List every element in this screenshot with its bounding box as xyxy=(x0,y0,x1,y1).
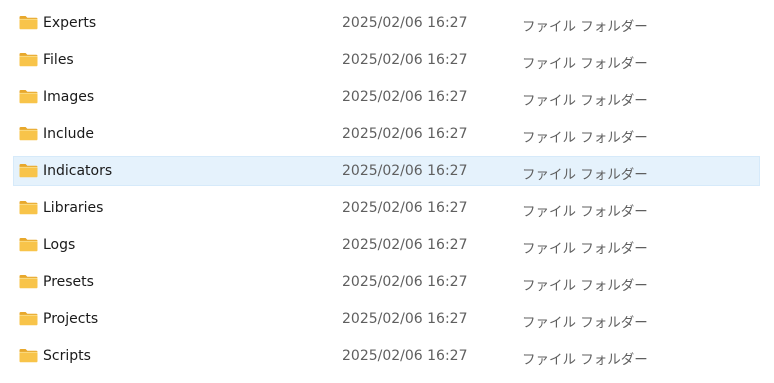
file-name: Experts xyxy=(43,15,97,31)
folder-icon xyxy=(19,15,38,30)
file-name: Libraries xyxy=(43,200,104,216)
folder-icon xyxy=(19,126,38,141)
folder-icon xyxy=(19,237,38,252)
file-type: ファイル フォルダー xyxy=(522,278,648,294)
file-type: ファイル フォルダー xyxy=(522,19,648,35)
file-name: Presets xyxy=(43,274,94,290)
file-row[interactable]: Projects 2025/02/06 16:27 ファイル フォルダー xyxy=(13,304,760,334)
file-row[interactable]: Logs 2025/02/06 16:27 ファイル フォルダー xyxy=(13,230,760,260)
file-modified-date: 2025/02/06 16:27 xyxy=(342,15,468,31)
file-list: Experts 2025/02/06 16:27 ファイル フォルダー File… xyxy=(0,0,774,383)
file-name: Include xyxy=(43,126,94,142)
file-type: ファイル フォルダー xyxy=(522,130,648,146)
file-type: ファイル フォルダー xyxy=(522,352,648,368)
file-modified-date: 2025/02/06 16:27 xyxy=(342,52,468,68)
file-name: Files xyxy=(43,52,74,68)
file-row[interactable]: Indicators 2025/02/06 16:27 ファイル フォルダー xyxy=(13,156,760,186)
file-type: ファイル フォルダー xyxy=(522,167,648,183)
file-type: ファイル フォルダー xyxy=(522,241,648,257)
file-modified-date: 2025/02/06 16:27 xyxy=(342,274,468,290)
file-modified-date: 2025/02/06 16:27 xyxy=(342,89,468,105)
file-name: Logs xyxy=(43,237,76,253)
file-name: Indicators xyxy=(43,163,113,179)
file-modified-date: 2025/02/06 16:27 xyxy=(342,200,468,216)
file-type: ファイル フォルダー xyxy=(522,93,648,109)
folder-icon xyxy=(19,89,38,104)
file-modified-date: 2025/02/06 16:27 xyxy=(342,163,468,179)
folder-icon xyxy=(19,348,38,363)
file-row[interactable]: Experts 2025/02/06 16:27 ファイル フォルダー xyxy=(13,8,760,38)
file-row[interactable]: Presets 2025/02/06 16:27 ファイル フォルダー xyxy=(13,267,760,297)
file-row[interactable]: Libraries 2025/02/06 16:27 ファイル フォルダー xyxy=(13,193,760,223)
file-type: ファイル フォルダー xyxy=(522,315,648,331)
file-row[interactable]: Scripts 2025/02/06 16:27 ファイル フォルダー xyxy=(13,341,760,371)
folder-icon xyxy=(19,274,38,289)
file-row[interactable]: Include 2025/02/06 16:27 ファイル フォルダー xyxy=(13,119,760,149)
file-row[interactable]: Images 2025/02/06 16:27 ファイル フォルダー xyxy=(13,82,760,112)
folder-icon xyxy=(19,311,38,326)
folder-icon xyxy=(19,200,38,215)
file-name: Images xyxy=(43,89,95,105)
file-modified-date: 2025/02/06 16:27 xyxy=(342,348,468,364)
file-name: Scripts xyxy=(43,348,91,364)
file-modified-date: 2025/02/06 16:27 xyxy=(342,237,468,253)
file-row[interactable]: Files 2025/02/06 16:27 ファイル フォルダー xyxy=(13,45,760,75)
folder-icon xyxy=(19,163,38,178)
file-type: ファイル フォルダー xyxy=(522,56,648,72)
file-modified-date: 2025/02/06 16:27 xyxy=(342,311,468,327)
file-name: Projects xyxy=(43,311,99,327)
file-modified-date: 2025/02/06 16:27 xyxy=(342,126,468,142)
folder-icon xyxy=(19,52,38,67)
file-type: ファイル フォルダー xyxy=(522,204,648,220)
